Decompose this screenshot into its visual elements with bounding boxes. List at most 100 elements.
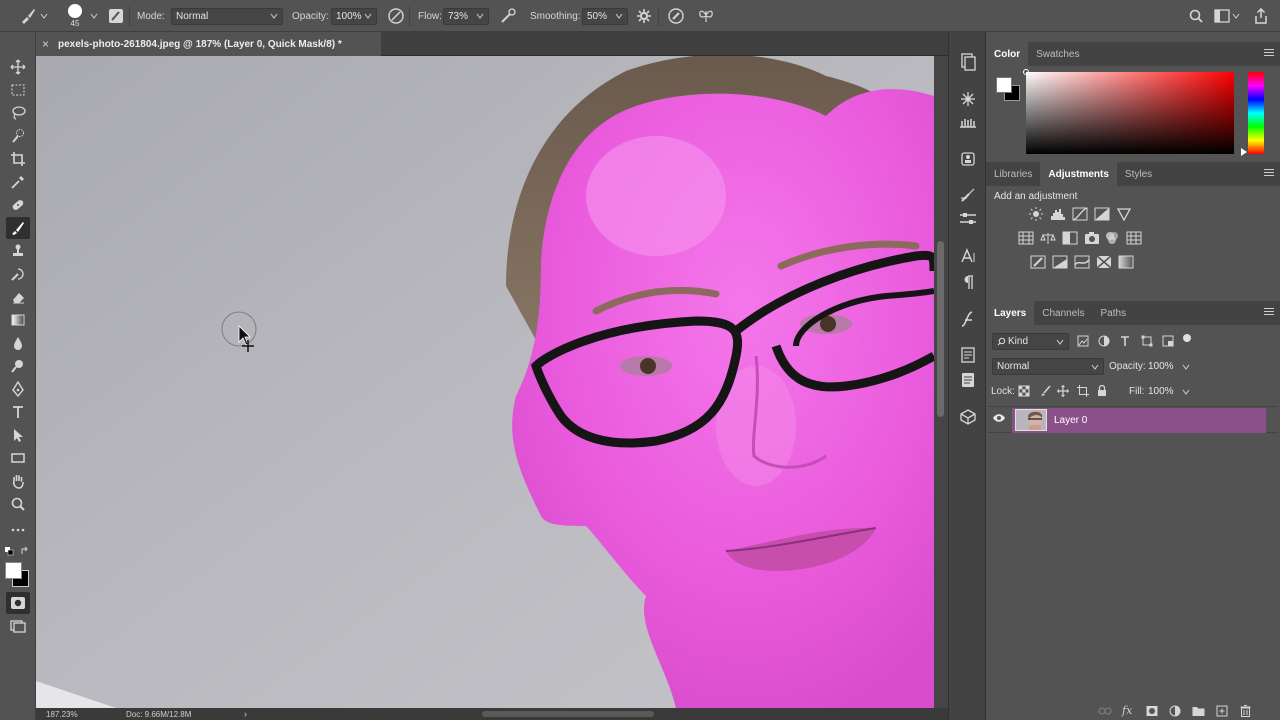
hand-tool-icon[interactable]: [6, 470, 30, 492]
filter-toggle-icon[interactable]: [1183, 334, 1191, 342]
notes-panel-icon[interactable]: [958, 345, 978, 365]
lock-image-pixels-icon[interactable]: [1039, 385, 1051, 397]
tab-paths[interactable]: Paths: [1093, 301, 1135, 325]
lock-all-icon[interactable]: [1097, 385, 1107, 397]
marquee-tool-icon[interactable]: [6, 79, 30, 101]
filter-smart-objects-icon[interactable]: [1162, 335, 1174, 347]
blend-mode-select[interactable]: Normal: [992, 358, 1104, 375]
default-colors-icon[interactable]: [4, 546, 14, 556]
tab-channels[interactable]: Channels: [1034, 301, 1092, 325]
hue-slider-handle-icon[interactable]: [1241, 148, 1247, 156]
add-layer-mask-icon[interactable]: [1146, 705, 1158, 717]
swap-colors-icon[interactable]: [20, 546, 30, 556]
fill-field[interactable]: 100%: [1146, 383, 1192, 400]
delete-layer-trash-icon[interactable]: [1240, 705, 1251, 717]
type-tool-icon[interactable]: [6, 401, 30, 423]
layer-name[interactable]: Layer 0: [1054, 415, 1087, 426]
layers-panel-menu-icon[interactable]: [1264, 308, 1274, 317]
layer-style-fx-icon[interactable]: fx: [1122, 704, 1132, 717]
pressure-opacity-icon[interactable]: [387, 0, 405, 32]
brush-settings-panel-icon[interactable]: [958, 89, 978, 109]
paragraph-panel-icon[interactable]: [958, 272, 978, 292]
pressure-size-icon[interactable]: [667, 0, 685, 32]
hue-saturation-icon[interactable]: [1018, 231, 1034, 245]
vertical-scrollbar[interactable]: [934, 56, 948, 708]
history-brush-tool-icon[interactable]: [6, 263, 30, 285]
curves-icon[interactable]: [1072, 207, 1088, 221]
selective-color-icon[interactable]: [1096, 255, 1112, 269]
brush-picker-chevron-icon[interactable]: [90, 0, 98, 32]
horizontal-scroll-thumb[interactable]: [482, 711, 654, 717]
layer-visibility-eye-icon[interactable]: [992, 413, 1006, 423]
3d-panel-icon[interactable]: [958, 407, 978, 427]
layer-row[interactable]: Layer 0: [988, 408, 1278, 433]
close-tab-icon[interactable]: ×: [42, 37, 49, 51]
tab-adjustments[interactable]: Adjustments: [1040, 162, 1117, 186]
search-icon[interactable]: [1188, 0, 1204, 32]
tab-swatches[interactable]: Swatches: [1028, 42, 1087, 66]
rectangle-tool-icon[interactable]: [6, 447, 30, 469]
properties-panel-icon[interactable]: [958, 209, 978, 229]
healing-brush-tool-icon[interactable]: [6, 194, 30, 216]
brushes-panel-icon[interactable]: [958, 113, 978, 133]
new-group-folder-icon[interactable]: [1192, 705, 1205, 717]
levels-icon[interactable]: [1050, 207, 1066, 221]
quick-selection-tool-icon[interactable]: [6, 125, 30, 147]
clone-source-panel-icon[interactable]: [958, 149, 978, 169]
black-white-icon[interactable]: [1062, 231, 1078, 245]
history-panel-icon[interactable]: [958, 52, 978, 72]
adjustments-panel-menu-icon[interactable]: [1264, 169, 1274, 178]
crop-tool-icon[interactable]: [6, 148, 30, 170]
opacity-field[interactable]: 100%: [331, 7, 377, 25]
filter-adjustment-layers-icon[interactable]: [1098, 335, 1110, 347]
more-tools-icon[interactable]: [6, 519, 30, 541]
brush-tool-preset-icon[interactable]: [18, 0, 48, 32]
glyphs-panel-icon[interactable]: [958, 309, 978, 329]
hue-slider[interactable]: [1248, 72, 1264, 154]
document-canvas[interactable]: [36, 56, 934, 708]
threshold-icon[interactable]: [1074, 255, 1090, 269]
new-adjustment-layer-icon[interactable]: [1169, 705, 1181, 717]
link-layers-icon[interactable]: [1098, 706, 1112, 716]
document-tab[interactable]: × pexels-photo-261804.jpeg @ 187% (Layer…: [36, 32, 381, 56]
zoom-level[interactable]: 187.23%: [46, 710, 78, 719]
flow-field[interactable]: 73%: [443, 7, 489, 25]
status-menu-chevron-icon[interactable]: ›: [244, 709, 247, 719]
filter-type-layers-icon[interactable]: [1119, 335, 1131, 347]
vertical-scroll-thumb[interactable]: [937, 241, 944, 417]
color-picker-handle[interactable]: [1023, 69, 1029, 75]
lock-artboard-icon[interactable]: [1077, 385, 1089, 397]
quick-mask-mode-icon[interactable]: [6, 592, 30, 614]
color-spectrum-field[interactable]: [1026, 72, 1234, 154]
brightness-contrast-icon[interactable]: [1028, 207, 1044, 221]
photo-filter-icon[interactable]: [1084, 231, 1100, 245]
share-icon[interactable]: [1254, 0, 1268, 32]
gradient-tool-icon[interactable]: [6, 309, 30, 331]
eyedropper-tool-icon[interactable]: [6, 171, 30, 193]
zoom-tool-icon[interactable]: [6, 493, 30, 515]
posterize-icon[interactable]: [1052, 255, 1068, 269]
layer-opacity-field[interactable]: 100%: [1146, 358, 1192, 375]
clone-stamp-tool-icon[interactable]: [6, 240, 30, 262]
smoothing-gear-icon[interactable]: [636, 0, 652, 32]
gradient-map-icon[interactable]: [1118, 255, 1134, 269]
filter-shape-layers-icon[interactable]: [1141, 335, 1153, 347]
lasso-tool-icon[interactable]: [6, 102, 30, 124]
blur-tool-icon[interactable]: [6, 332, 30, 354]
tab-color[interactable]: Color: [986, 42, 1029, 66]
path-selection-tool-icon[interactable]: [6, 424, 30, 446]
character-panel-icon[interactable]: [958, 246, 978, 266]
filter-pixel-layers-icon[interactable]: [1077, 335, 1089, 347]
tab-styles[interactable]: Styles: [1117, 162, 1160, 186]
lock-position-icon[interactable]: [1057, 385, 1069, 397]
eraser-tool-icon[interactable]: [6, 286, 30, 308]
pen-tool-icon[interactable]: [6, 378, 30, 400]
foreground-color-swatch[interactable]: [5, 562, 22, 579]
invert-icon[interactable]: [1030, 255, 1046, 269]
vibrance-icon[interactable]: [1116, 207, 1132, 221]
tab-layers[interactable]: Layers: [986, 301, 1035, 325]
screen-mode-icon[interactable]: [6, 615, 30, 637]
smoothing-field[interactable]: 50%: [582, 7, 628, 25]
move-tool-icon[interactable]: [6, 56, 30, 78]
tool-presets-panel-icon[interactable]: [958, 185, 978, 205]
